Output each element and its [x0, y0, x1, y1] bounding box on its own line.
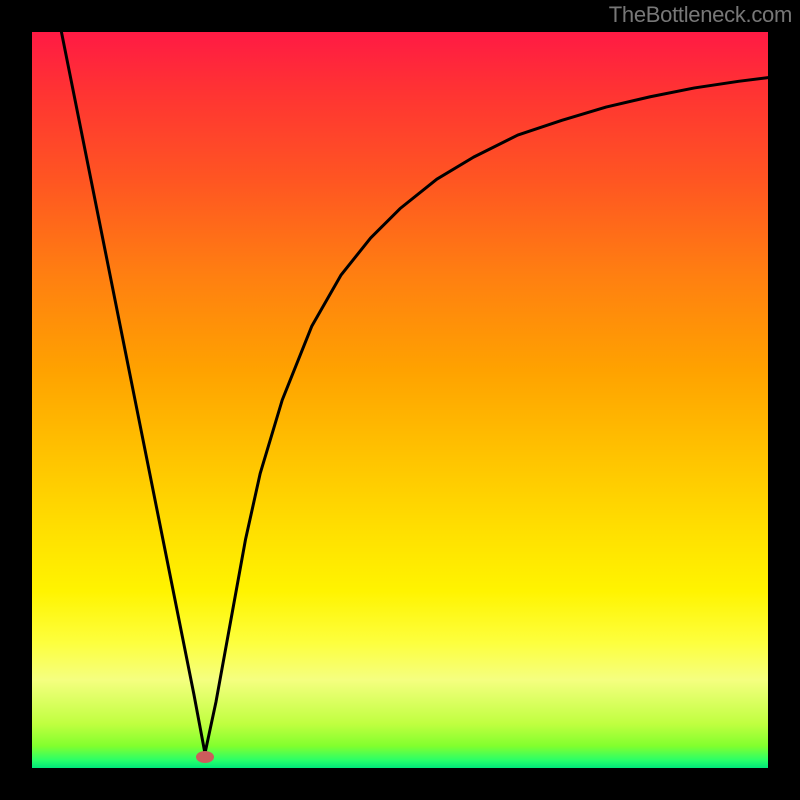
chart-stage: TheBottleneck.com [0, 0, 800, 800]
bottleneck-curve [32, 32, 768, 768]
watermark-text: TheBottleneck.com [609, 2, 792, 28]
optimal-point-marker [196, 751, 214, 763]
